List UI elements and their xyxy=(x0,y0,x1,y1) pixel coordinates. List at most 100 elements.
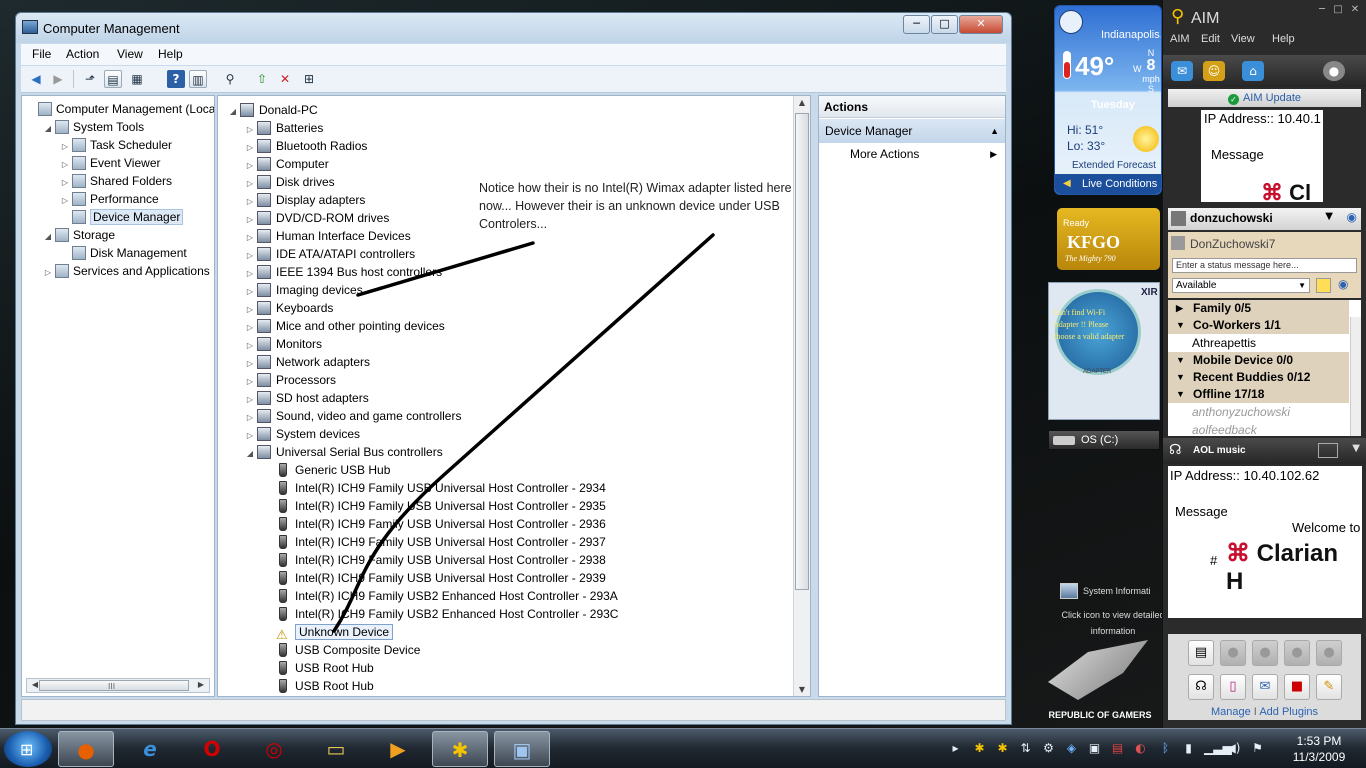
buddy-group[interactable]: ▼ Mobile Device 0/0 xyxy=(1168,352,1349,369)
aim-update-link[interactable]: ✓ AIM Update xyxy=(1168,89,1361,107)
notes-icon[interactable] xyxy=(1316,278,1331,293)
aim-menu-aim[interactable]: AIM xyxy=(1170,33,1190,45)
scroll-right-arrow[interactable]: ▶ xyxy=(193,680,209,689)
more-actions[interactable]: More Actions ▶ xyxy=(819,143,1005,165)
buddy-list-scrollbar[interactable] xyxy=(1350,317,1361,436)
plugin-slot-icon[interactable]: ● xyxy=(1220,640,1246,666)
console-tree-item[interactable]: Disk Management xyxy=(60,244,187,262)
wifi-gadget[interactable]: Can't find Wi-Fi Adapter !! Please choos… xyxy=(1048,282,1160,420)
system-info-icon[interactable] xyxy=(1060,583,1078,599)
plugin-slot-icon[interactable]: ● xyxy=(1252,640,1278,666)
menu-view[interactable]: View xyxy=(117,47,143,61)
buddy-item[interactable]: Athreapettis xyxy=(1192,336,1256,350)
device-category[interactable]: ▷ Imaging devices xyxy=(245,281,363,299)
plugin-slot-icon[interactable]: ● xyxy=(1284,640,1310,666)
display-tray-icon[interactable]: ▣ xyxy=(1087,741,1102,756)
device-category[interactable]: ▷ IDE ATA/ATAPI controllers xyxy=(245,245,415,263)
buddy-item[interactable]: aolfeedback xyxy=(1192,423,1257,436)
plugin-slot-icon[interactable]: ● xyxy=(1316,640,1342,666)
usb-device-item[interactable]: USB Root Hub xyxy=(276,677,374,695)
buddy-group[interactable]: ▼ Co-Workers 1/1 xyxy=(1168,317,1349,334)
wifi-signal-icon[interactable]: ▁▃▅ xyxy=(1204,741,1232,756)
security-tray-icon[interactable]: ◈ xyxy=(1064,741,1079,756)
buddy-group[interactable]: ▼ Offline 17/18 xyxy=(1168,386,1349,403)
chevron-down-icon[interactable]: ▼ xyxy=(1352,443,1360,454)
collapse-icon[interactable]: ▲ xyxy=(990,119,999,143)
title-bar[interactable]: Computer Management ─ □ ✕ xyxy=(16,13,1011,43)
console-tree-item[interactable]: ◢ Storage xyxy=(43,226,115,244)
expander-icon[interactable]: ◢ xyxy=(228,103,238,121)
new-im-icon[interactable]: ✉ xyxy=(1171,61,1193,81)
add-plugins-link[interactable]: Add Plugins xyxy=(1259,706,1318,718)
minimize-button[interactable]: ─ xyxy=(903,15,930,34)
console-tree-item[interactable]: Device Manager xyxy=(60,208,184,226)
scroll-up-arrow[interactable]: ▲ xyxy=(794,98,810,107)
console-tree-item[interactable]: ▷ Shared Folders xyxy=(60,172,172,190)
live-conditions-link[interactable]: ◀ Live Conditions xyxy=(1055,174,1161,194)
buddy-group[interactable]: ▼ Recent Buddies 0/12 xyxy=(1168,369,1349,386)
user-dropdown-icon[interactable]: ▼ xyxy=(1325,211,1333,222)
color-wheel-icon[interactable]: ● xyxy=(1323,61,1345,81)
usb-device-item[interactable]: Intel(R) ICH9 Family USB2 Enhanced Host … xyxy=(276,605,618,623)
aim-tray-icon[interactable]: ✱ xyxy=(995,741,1010,756)
close-button[interactable]: ✕ xyxy=(959,15,1003,34)
scroll-down-arrow[interactable]: ▼ xyxy=(794,685,810,694)
device-category[interactable]: ▷ Display adapters xyxy=(245,191,365,209)
menu-file[interactable]: File xyxy=(32,47,51,61)
show-hide-action-pane-icon[interactable]: ▥ xyxy=(189,70,207,88)
drive-gadget[interactable]: OS (C:) xyxy=(1048,430,1160,450)
device-category[interactable]: ▷ Computer xyxy=(245,155,329,173)
device-category[interactable]: ▷ SD host adapters xyxy=(245,389,369,407)
buddy-group[interactable]: ▶ Family 0/5 xyxy=(1168,300,1349,317)
aim-user-bar[interactable]: donzuchowski ▼ ◉ xyxy=(1168,208,1361,230)
device-category[interactable]: ◢ Universal Serial Bus controllers xyxy=(245,443,443,461)
forward-arrow-icon[interactable]: ▶ xyxy=(49,70,67,88)
eye-icon[interactable]: ◉ xyxy=(1338,277,1348,291)
usb-device-item[interactable]: Intel(R) ICH9 Family USB Universal Host … xyxy=(276,569,606,587)
device-category[interactable]: ▷ Processors xyxy=(245,371,336,389)
expander-icon[interactable]: ◢ xyxy=(245,445,255,463)
console-tree-item[interactable]: ▷ Performance xyxy=(60,190,159,208)
buddy-info-icon[interactable]: ⌂ xyxy=(1242,61,1264,81)
usb-device-item[interactable]: Generic USB Hub xyxy=(276,461,390,479)
volume-icon[interactable]: ◀) xyxy=(1226,741,1241,756)
taskbar-computer-management[interactable]: ▣ xyxy=(494,731,550,767)
expander-icon[interactable]: ◢ xyxy=(43,120,53,138)
cursor-tray-icon[interactable]: ▸ xyxy=(948,741,963,756)
extended-forecast-link[interactable]: Extended Forecast xyxy=(1072,160,1156,171)
aim-close-button[interactable]: ✕ xyxy=(1348,4,1362,16)
action-center-icon[interactable]: ⚑ xyxy=(1250,741,1265,756)
scan-hardware-icon[interactable]: ⚲ xyxy=(221,70,239,88)
device-tree-root[interactable]: ◢ Donald-PC xyxy=(228,101,318,119)
console-tree-item[interactable]: ▷ Event Viewer xyxy=(60,154,160,172)
status-message-input[interactable]: Enter a status message here... xyxy=(1172,258,1357,273)
device-category[interactable]: ▷ Batteries xyxy=(245,119,323,137)
show-hide-console-tree-icon[interactable]: ▤ xyxy=(104,70,122,88)
device-category[interactable]: ▷ Mice and other pointing devices xyxy=(245,317,445,335)
usb-device-item[interactable]: Intel(R) ICH9 Family USB Universal Host … xyxy=(276,479,606,497)
device-category[interactable]: ▷ Human Interface Devices xyxy=(245,227,411,245)
update-tray-icon[interactable]: ▤ xyxy=(1110,741,1125,756)
device-category[interactable]: ▷ Monitors xyxy=(245,335,322,353)
aim-menu-view[interactable]: View xyxy=(1231,33,1255,45)
menu-help[interactable]: Help xyxy=(158,47,183,61)
scroll-thumb[interactable]: III xyxy=(39,680,189,691)
visibility-eye-icon[interactable]: ◉ xyxy=(1347,210,1357,224)
device-category[interactable]: ▷ Sound, video and game controllers xyxy=(245,407,461,425)
usb-device-item[interactable]: Intel(R) ICH9 Family USB Universal Host … xyxy=(276,515,606,533)
mail-icon[interactable]: ✉ xyxy=(1252,674,1278,700)
back-arrow-icon[interactable]: ◀ xyxy=(27,70,45,88)
horizontal-scrollbar[interactable]: ◀ III ▶ xyxy=(26,678,210,693)
console-tree-item[interactable]: ▷ Task Scheduler xyxy=(60,136,172,154)
unknown-device-item[interactable]: ⚠ Unknown Device xyxy=(276,623,394,642)
aim-top-ad[interactable]: IP Address:: 10.40.1 Message ⌘ Cl xyxy=(1201,110,1323,202)
device-category[interactable]: ▷ Keyboards xyxy=(245,299,333,317)
gear-tray-icon[interactable]: ⚙ xyxy=(1041,741,1056,756)
taskbar-opera[interactable]: O xyxy=(184,731,240,767)
usb-device-item[interactable]: Intel(R) ICH9 Family USB Universal Host … xyxy=(276,551,606,569)
console-tree-item[interactable]: Computer Management (Local xyxy=(26,100,214,118)
aol-music-bar[interactable]: ☊ AOL music ▼ xyxy=(1163,438,1366,464)
enable-device-icon[interactable]: ⊞ xyxy=(300,70,318,88)
device-category[interactable]: ▷ Disk drives xyxy=(245,173,335,191)
aim-bottom-ad[interactable]: IP Address:: 10.40.102.62 Message Welcom… xyxy=(1168,466,1362,618)
